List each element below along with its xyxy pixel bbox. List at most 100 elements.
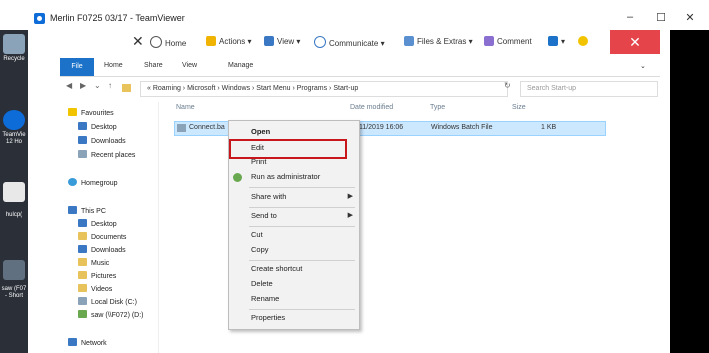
nav-pc-desktop[interactable]: Desktop xyxy=(78,219,117,228)
menu-item-create-shortcut[interactable]: Create shortcut xyxy=(229,262,359,276)
explorer-ribbon-tabs: File Home Share View Manage ⌄ xyxy=(60,58,660,77)
menu-item-share-with[interactable]: Share with ▶ xyxy=(229,190,359,204)
pictures-icon xyxy=(78,271,87,279)
nav-this-pc[interactable]: This PC xyxy=(68,206,106,215)
smiley-icon[interactable] xyxy=(578,36,591,46)
nav-local-disk[interactable]: Local Disk (C:) xyxy=(78,297,137,306)
network-drive-icon xyxy=(78,310,87,318)
navigation-pane: Favourites Desktop Downloads Recent plac… xyxy=(62,102,159,353)
menu-item-cut[interactable]: Cut xyxy=(229,228,359,242)
teamviewer-titlebar: Merlin F0725 03/17 - TeamViewer – ☐ ✕ xyxy=(28,8,709,30)
nav-desktop[interactable]: Desktop xyxy=(78,122,117,131)
teamviewer-desktop-label: TeamVie 12 Ho xyxy=(2,132,26,145)
teamviewer-toolbar: ✕ Home Actions ▾ View ▾ Communicate ▾ Fi… xyxy=(28,30,672,54)
computer-icon xyxy=(68,206,77,214)
communicate-menu[interactable]: Communicate ▾ xyxy=(314,36,385,48)
nav-pictures[interactable]: Pictures xyxy=(78,271,116,280)
comment-button[interactable]: Comment xyxy=(484,36,532,46)
actions-menu[interactable]: Actions ▾ xyxy=(206,36,251,46)
comment-icon xyxy=(484,36,494,46)
submenu-arrow-icon: ▶ xyxy=(347,212,353,219)
tab-file[interactable]: File xyxy=(60,58,94,76)
drive-icon xyxy=(78,297,87,305)
column-date-modified[interactable]: Date modified xyxy=(350,104,393,111)
tab-manage[interactable]: Manage xyxy=(228,62,253,69)
tab-home[interactable]: Home xyxy=(104,62,123,69)
edit-highlight-box xyxy=(229,139,347,159)
column-name[interactable]: Name xyxy=(176,104,195,111)
teamviewer-desktop-icon[interactable] xyxy=(3,110,25,130)
lightning-icon xyxy=(206,36,216,46)
remote-screen-border xyxy=(670,30,709,353)
windows-icon xyxy=(548,36,558,46)
desktop-icon xyxy=(78,122,87,130)
teamviewer-close-button[interactable]: ✕ xyxy=(610,30,660,54)
drive-shortcut-icon[interactable] xyxy=(3,260,25,280)
nav-homegroup[interactable]: Homegroup xyxy=(68,178,118,187)
nav-documents[interactable]: Documents xyxy=(78,232,126,241)
saw-shortcut-label: saw (F07 - Short xyxy=(1,286,27,299)
forward-icon[interactable]: ▶ xyxy=(80,81,86,90)
remote-desktop-strip: Recycle TeamVie 12 Ho hulcp( saw (F07 - … xyxy=(0,30,28,353)
home-button[interactable]: Home xyxy=(150,36,186,48)
nav-network[interactable]: Network xyxy=(68,338,107,347)
monitor-icon xyxy=(264,36,274,46)
nav-saw-drive[interactable]: saw (\\F072) (D:) xyxy=(78,310,144,319)
column-size[interactable]: Size xyxy=(512,104,526,111)
nav-pc-downloads[interactable]: Downloads xyxy=(78,245,126,254)
menu-item-delete[interactable]: Delete xyxy=(229,277,359,291)
menu-item-copy[interactable]: Copy xyxy=(229,243,359,257)
tab-share[interactable]: Share xyxy=(144,62,163,69)
nav-downloads[interactable]: Downloads xyxy=(78,136,126,145)
music-icon xyxy=(78,258,87,266)
back-icon[interactable]: ◀ xyxy=(66,81,72,90)
menu-item-run-as-administrator[interactable]: Run as administrator xyxy=(229,170,359,184)
home-icon xyxy=(150,36,162,48)
recycle-bin-label: Recycle xyxy=(3,56,25,62)
nav-recent-places[interactable]: Recent places xyxy=(78,150,135,159)
up-icon[interactable]: ↑ xyxy=(108,81,112,90)
nav-music[interactable]: Music xyxy=(78,258,109,267)
file-transfer-icon xyxy=(404,36,414,46)
menu-item-open[interactable]: Open xyxy=(229,125,359,139)
menu-item-properties[interactable]: Properties xyxy=(229,311,359,325)
menu-item-rename[interactable]: Rename xyxy=(229,292,359,306)
recent-icon xyxy=(78,150,87,158)
close-window-button[interactable]: ✕ xyxy=(680,11,700,24)
documents-icon xyxy=(78,232,87,240)
downloads-icon xyxy=(78,136,87,144)
videos-icon xyxy=(78,284,87,292)
batch-file-icon xyxy=(177,124,186,132)
nav-videos[interactable]: Videos xyxy=(78,284,112,293)
submenu-arrow-icon: ▶ xyxy=(347,193,353,200)
files-extras-menu[interactable]: Files & Extras ▾ xyxy=(404,36,473,46)
desktop-icon xyxy=(78,219,87,227)
folder-icon xyxy=(122,84,131,92)
file-size: 1 KB xyxy=(541,124,557,131)
view-menu[interactable]: View ▾ xyxy=(264,36,300,46)
maximize-button[interactable]: ☐ xyxy=(651,11,671,24)
teamviewer-icon xyxy=(34,13,45,24)
refresh-icon[interactable]: ↻ xyxy=(504,81,511,90)
file-type: Windows Batch File xyxy=(431,124,493,131)
downloads-icon xyxy=(78,245,87,253)
file-date: /11/2019 16:06 xyxy=(357,124,404,131)
homegroup-icon xyxy=(68,178,77,186)
column-type[interactable]: Type xyxy=(430,104,445,111)
recent-locations-icon[interactable]: ⌄ xyxy=(94,81,101,90)
ribbon-expand-icon[interactable]: ⌄ xyxy=(640,62,646,70)
tab-view[interactable]: View xyxy=(182,62,197,69)
address-row: ◀ ▶ ⌄ ↑ « Roaming › Microsoft › Windows … xyxy=(60,78,660,100)
phone-icon xyxy=(314,36,326,48)
menu-item-send-to[interactable]: Send to ▶ xyxy=(229,209,359,223)
windows-menu[interactable]: ▾ xyxy=(548,36,565,46)
shield-icon xyxy=(233,173,242,182)
minimize-button[interactable]: – xyxy=(620,11,640,23)
nav-favourites[interactable]: Favourites xyxy=(68,108,114,117)
recycle-bin-icon[interactable] xyxy=(3,34,25,54)
search-input[interactable]: Search Start-up xyxy=(520,81,658,97)
close-session-icon[interactable]: ✕ xyxy=(132,33,144,50)
window-title: Merlin F0725 03/17 - TeamViewer xyxy=(50,13,185,23)
address-bar[interactable]: « Roaming › Microsoft › Windows › Start … xyxy=(140,81,508,97)
file-desktop-icon[interactable] xyxy=(3,182,25,202)
